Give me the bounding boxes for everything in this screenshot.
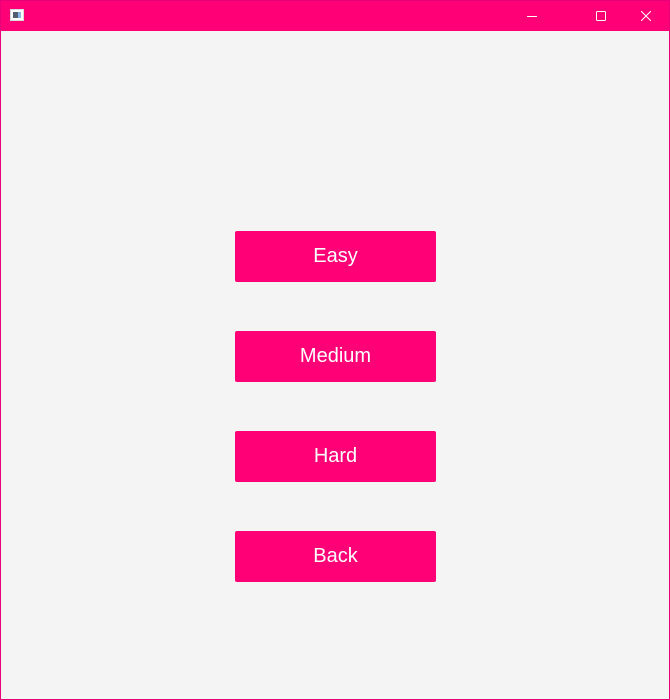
menu-panel: Easy Medium Hard Back: [1, 31, 669, 699]
maximize-button[interactable]: [578, 1, 624, 31]
minimize-icon: [527, 16, 537, 17]
back-button-label: Back: [313, 545, 358, 567]
maximize-icon: [596, 11, 606, 21]
title-bar[interactable]: [1, 1, 669, 31]
hard-button-label: Hard: [313, 445, 358, 467]
close-icon: [641, 11, 651, 21]
minimize-button[interactable]: [509, 1, 555, 31]
app-window: Easy Medium Hard Back: [0, 0, 670, 700]
medium-button-label: Medium: [299, 345, 372, 367]
medium-button[interactable]: Medium: [235, 331, 436, 382]
app-icon: [10, 9, 24, 21]
easy-button[interactable]: Easy: [235, 231, 436, 282]
easy-button-label: Easy: [313, 245, 358, 267]
close-button[interactable]: [623, 1, 669, 31]
back-button[interactable]: Back: [235, 531, 436, 582]
app-icon-blue-block: [18, 12, 21, 18]
hard-button[interactable]: Hard: [235, 431, 436, 482]
